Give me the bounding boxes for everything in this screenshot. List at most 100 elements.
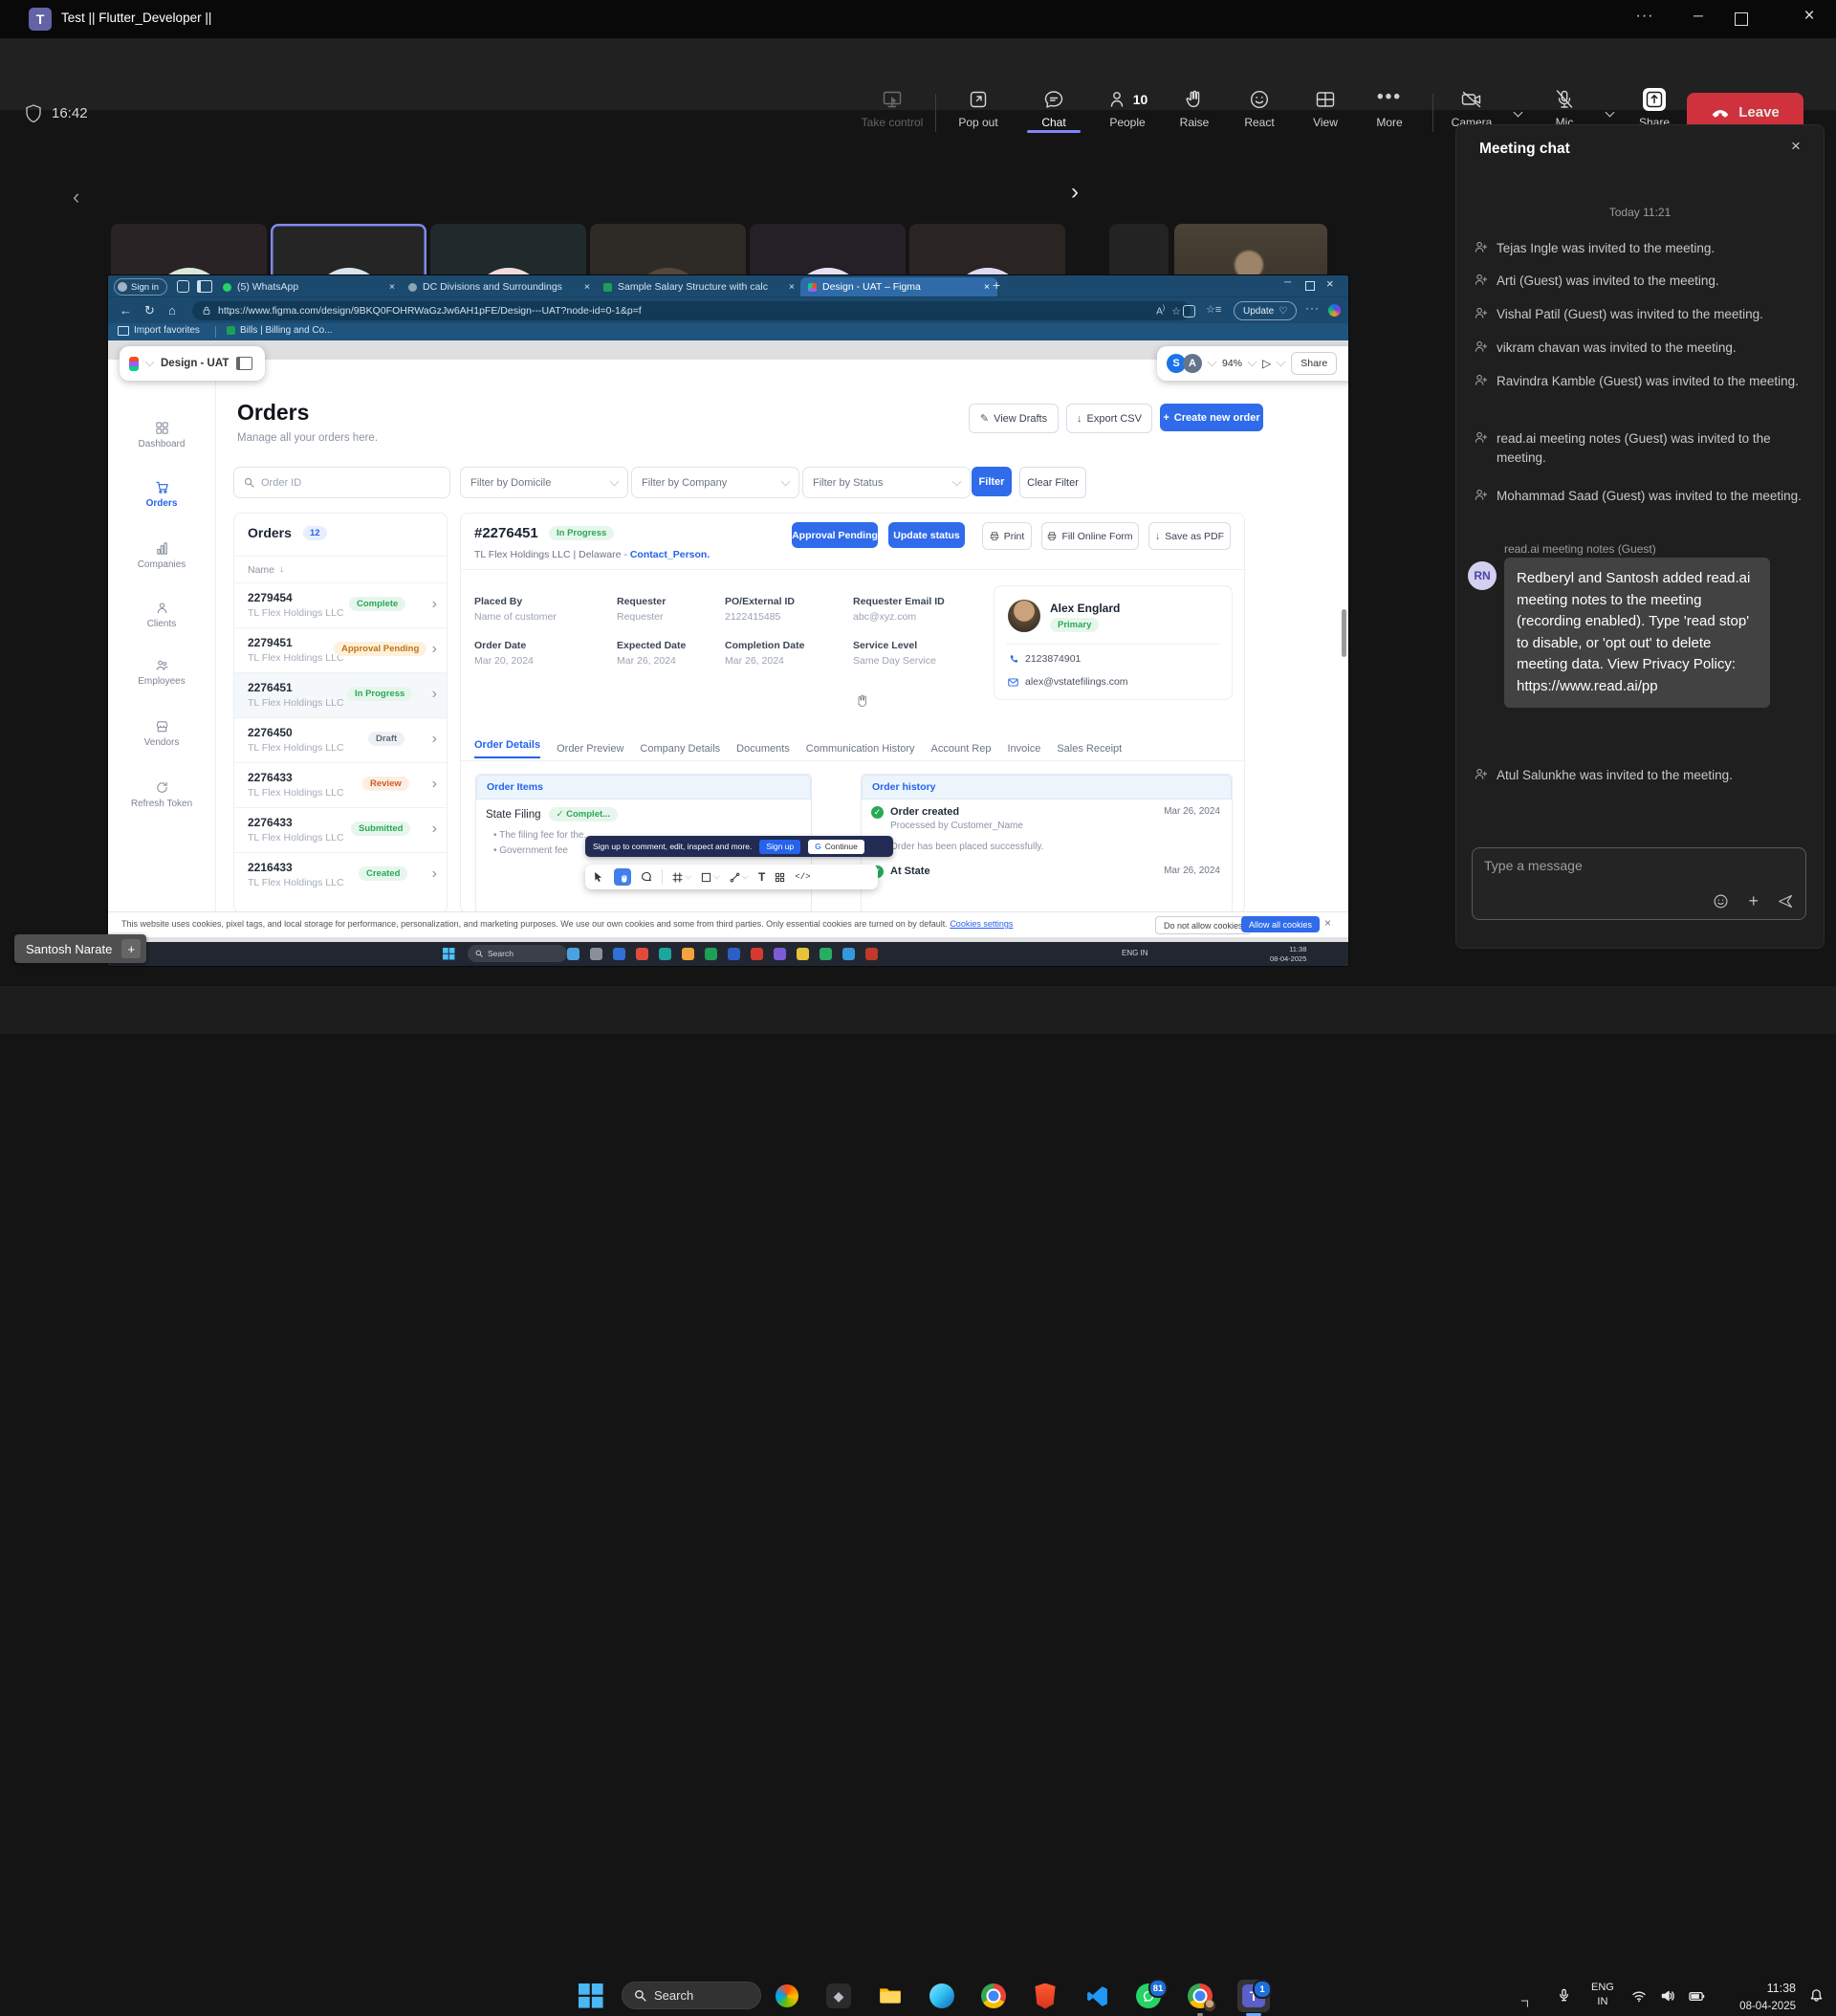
window-more-button[interactable]: ··· [1626, 8, 1664, 25]
pages-panel-icon[interactable] [236, 357, 252, 370]
figma-share-button[interactable]: Share [1291, 352, 1337, 375]
edge-icon[interactable] [928, 1982, 956, 2010]
export-csv-button[interactable]: ↓Export CSV [1066, 404, 1152, 433]
favorite-star-icon[interactable]: ☆ [1171, 305, 1181, 318]
mini-search-pill[interactable]: Search [468, 945, 567, 962]
text-tool-icon[interactable]: T [758, 870, 765, 884]
game-launcher-icon[interactable]: ◆ [824, 1982, 853, 2010]
browser-tab-active[interactable]: Design - UAT – Figma × [800, 277, 997, 296]
browser-restore-icon[interactable] [1305, 281, 1315, 291]
sidebar-item-dashboard[interactable]: Dashboard [108, 421, 215, 449]
order-id-search[interactable]: Order ID [233, 467, 450, 498]
update-status-button[interactable]: Update status [888, 522, 965, 548]
start-button[interactable] [579, 1983, 603, 2008]
zoom-chevron[interactable] [1249, 355, 1256, 372]
create-new-order-button[interactable]: +Create new order [1160, 404, 1263, 431]
print-button[interactable]: Print [982, 522, 1032, 550]
collaborators-chevron[interactable] [1209, 355, 1215, 372]
fill-online-form-button[interactable]: Fill Online Form [1041, 522, 1139, 550]
order-row[interactable]: 2276433 TL Flex Holdings LLC Submitted › [234, 807, 447, 853]
connector-tool-icon[interactable] [730, 872, 740, 883]
order-row[interactable]: 2276433 TL Flex Holdings LLC Review › [234, 762, 447, 808]
sidebar-item-vendors[interactable]: Vendors [108, 719, 215, 748]
code-tool-icon[interactable]: </> [795, 872, 810, 882]
cursor-tool-icon[interactable] [593, 871, 604, 883]
back-icon[interactable]: ← [120, 303, 132, 318]
browser-menu-icon[interactable]: ··· [1305, 301, 1320, 315]
frame-tool-chevron[interactable] [686, 871, 690, 884]
browser-tab[interactable]: DC Divisions and Surroundings × [401, 277, 598, 296]
order-item-row[interactable]: State Filing ✓ Complet... [486, 807, 618, 822]
tab-close-icon[interactable]: × [984, 281, 990, 293]
shape-tool-chevron[interactable] [714, 871, 719, 884]
browser-minimize-icon[interactable]: ─ [1284, 277, 1291, 288]
tab-company-details[interactable]: Company Details [640, 743, 720, 755]
tray-language[interactable]: ENGIN [1591, 1981, 1614, 2009]
page-scrollbar[interactable] [1342, 609, 1346, 657]
order-row[interactable]: 2279451 TL Flex Holdings LLC Approval Pe… [234, 627, 447, 673]
sidebar-item-refresh-token[interactable]: Refresh Token [108, 780, 215, 809]
cookie-close-icon[interactable]: × [1324, 916, 1331, 930]
presenter-add-button[interactable]: + [121, 939, 141, 958]
browser-profile-button[interactable]: Sign in [114, 278, 167, 296]
teams-taskbar-icon[interactable]: T 1 [1237, 1980, 1270, 2012]
figma-logo-icon[interactable] [129, 357, 139, 371]
chat-input-box[interactable]: Type a message + [1472, 847, 1806, 920]
browser-tab[interactable]: (5) WhatsApp × [215, 277, 403, 296]
attach-plus-icon[interactable]: + [1748, 891, 1759, 911]
chrome-icon[interactable] [979, 1982, 1008, 2010]
order-row[interactable]: 2276450 TL Flex Holdings LLC Draft › [234, 717, 447, 763]
frame-tool-icon[interactable] [672, 872, 683, 883]
browser-close-icon[interactable]: × [1326, 276, 1334, 291]
cookie-settings-link[interactable]: Cookies settings [950, 919, 1013, 929]
mini-start-icon[interactable] [443, 948, 455, 960]
tab-invoice[interactable]: Invoice [1007, 743, 1040, 755]
present-icon[interactable]: ▷ [1262, 357, 1271, 370]
connector-tool-chevron[interactable] [743, 871, 748, 884]
sidebar-item-companies[interactable]: Companies [108, 541, 215, 570]
approval-pending-button[interactable]: Approval Pending [792, 522, 878, 548]
tray-battery-icon[interactable] [1689, 1989, 1705, 2004]
view-drafts-button[interactable]: ✎View Drafts [969, 404, 1059, 433]
sidebar-item-employees[interactable]: Employees [108, 658, 215, 687]
tray-notification-bell-icon[interactable] [1809, 1988, 1824, 2003]
chat-close-icon[interactable]: × [1791, 137, 1801, 156]
tab-account-rep[interactable]: Account Rep [931, 743, 992, 755]
allow-cookies-button[interactable]: Allow all cookies [1241, 916, 1320, 932]
google-continue-button[interactable]: GContinue [808, 840, 864, 854]
refresh-icon[interactable]: ↻ [144, 303, 155, 318]
vscode-icon[interactable] [1082, 1982, 1111, 2010]
order-row[interactable]: 2216433 TL Flex Holdings LLC Created › [234, 852, 447, 898]
strip-scroll-right-icon[interactable]: › [1071, 179, 1079, 206]
address-bar[interactable]: https://www.figma.com/design/9BKQ0FOHRWa… [192, 301, 1191, 320]
filter-company-select[interactable]: Filter by Company [631, 467, 799, 498]
components-tool-icon[interactable] [775, 872, 785, 883]
whatsapp-icon[interactable]: 81 [1134, 1982, 1163, 2010]
present-chevron[interactable] [1278, 355, 1284, 372]
tab-documents[interactable]: Documents [736, 743, 790, 755]
tray-volume-icon[interactable] [1660, 1988, 1675, 2004]
save-as-pdf-button[interactable]: ↓ Save as PDF [1148, 522, 1231, 550]
emoji-icon[interactable] [1713, 893, 1729, 909]
tab-order-details[interactable]: Order Details [474, 739, 540, 758]
order-row[interactable]: 2279454 TL Flex Holdings LLC Complete › [234, 582, 447, 628]
tab-sales-receipt[interactable]: Sales Receipt [1057, 743, 1122, 755]
tab-close-icon[interactable]: × [584, 281, 590, 293]
contact-phone-row[interactable]: 2123874901 [1008, 653, 1081, 665]
tab-order-preview[interactable]: Order Preview [557, 743, 623, 755]
tab-close-icon[interactable]: × [789, 281, 795, 293]
tray-wifi-icon[interactable] [1631, 1988, 1647, 2004]
figma-menu-chevron[interactable] [146, 355, 153, 372]
window-maximize-button[interactable] [1735, 12, 1748, 26]
taskbar-search[interactable]: Search [622, 1982, 761, 2009]
favorites-list-icon[interactable]: ☆≡ [1206, 303, 1221, 316]
read-aloud-icon[interactable]: A) [1156, 305, 1165, 317]
copilot-taskbar-icon[interactable] [773, 1982, 801, 2010]
window-close-button[interactable]: × [1790, 6, 1828, 27]
zoom-level[interactable]: 94% [1222, 358, 1242, 369]
home-icon[interactable]: ⌂ [168, 303, 176, 318]
contact-email-row[interactable]: alex@vstatefilings.com [1008, 676, 1128, 688]
filter-domicile-select[interactable]: Filter by Domicile [460, 467, 628, 498]
browser-tab[interactable]: Sample Salary Structure with calc × [596, 277, 802, 296]
file-explorer-icon[interactable] [876, 1982, 905, 2010]
